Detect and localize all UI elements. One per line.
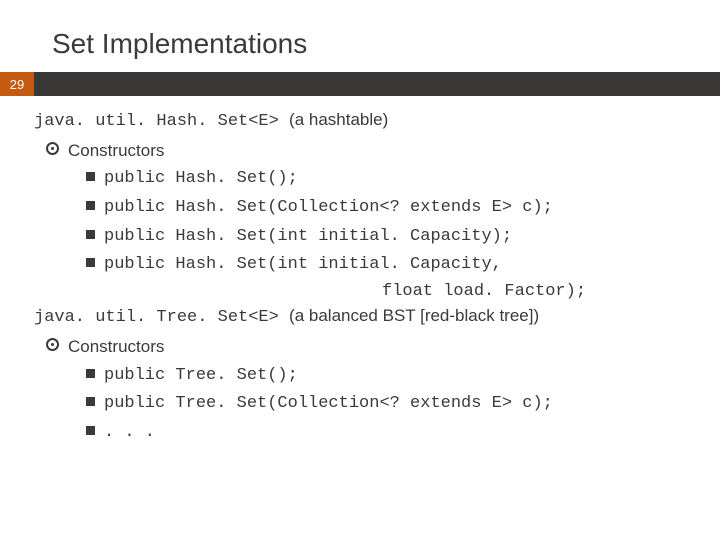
constructors-heading-2: Constructors [34, 335, 702, 360]
bar-fill [34, 72, 720, 96]
bullet-circle-icon [46, 338, 59, 351]
line-hashset-header: java. util. Hash. Set<E> (a hashtable) [34, 108, 702, 135]
bullet-square-icon [86, 397, 95, 406]
constructors-heading-1: Constructors [34, 139, 702, 164]
bullet-square-icon [86, 230, 95, 239]
bullet-square-icon [86, 369, 95, 378]
ellipsis-item: . . . [34, 419, 702, 446]
content-area: java. util. Hash. Set<E> (a hashtable) C… [0, 96, 720, 446]
constructor-item: public Tree. Set(); [34, 362, 702, 389]
constructor-item: public Hash. Set(int initial. Capacity, [34, 251, 702, 278]
bullet-square-icon [86, 426, 95, 435]
constructor-item: public Hash. Set(int initial. Capacity); [34, 223, 702, 250]
line-treeset-header: java. util. Tree. Set<E> (a balanced BST… [34, 304, 702, 331]
constructor-item: public Tree. Set(Collection<? extends E>… [34, 390, 702, 417]
slide-title: Set Implementations [0, 0, 720, 72]
bullet-square-icon [86, 258, 95, 267]
bullet-square-icon [86, 172, 95, 181]
constructor-item: public Hash. Set(Collection<? extends E>… [34, 194, 702, 221]
constructor-item: public Hash. Set(); [34, 165, 702, 192]
constructor-item-continuation: float load. Factor); [34, 280, 702, 305]
bullet-square-icon [86, 201, 95, 210]
slide-number: 29 [0, 72, 34, 96]
title-bar: 29 [0, 72, 720, 96]
bullet-circle-icon [46, 142, 59, 155]
